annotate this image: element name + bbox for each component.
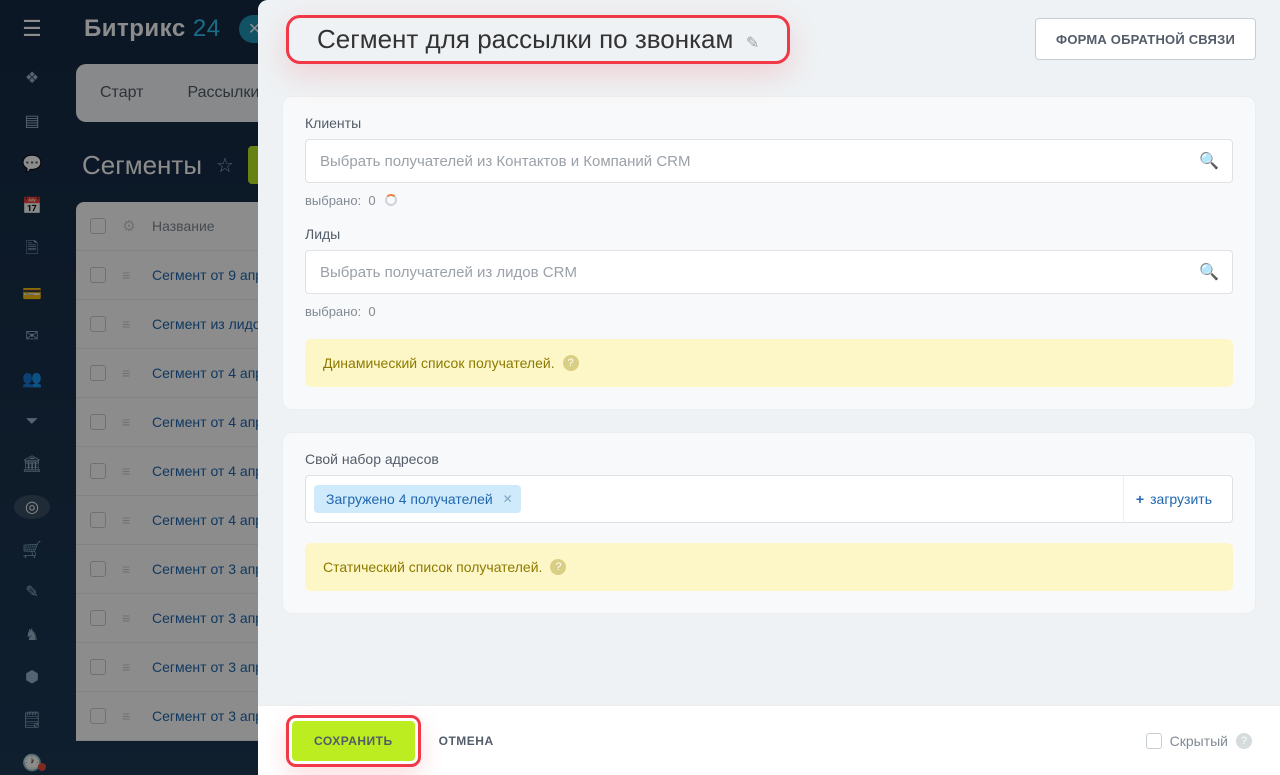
loaded-chip-text: Загружено 4 получателей: [326, 491, 493, 507]
clients-selected-label: выбрано:: [305, 193, 361, 208]
help-icon[interactable]: ?: [1236, 733, 1252, 749]
clients-selected: выбрано: 0: [305, 193, 1233, 208]
recipients-card: Клиенты 🔍 выбрано: 0 Лиды 🔍 выбрано: 0: [282, 96, 1256, 410]
clients-selected-count: 0: [368, 193, 375, 208]
save-button[interactable]: СОХРАНИТЬ: [292, 721, 415, 761]
dynamic-info-text: Динамический список получателей.: [323, 355, 555, 371]
feedback-button[interactable]: ФОРМА ОБРАТНОЙ СВЯЗИ: [1035, 18, 1256, 60]
segment-editor-panel: Сегмент для рассылки по звонкам ✎ ФОРМА …: [258, 0, 1280, 775]
clients-input[interactable]: [305, 139, 1233, 183]
own-addresses-row: Загружено 4 получателей ✕ + загрузить: [305, 475, 1233, 523]
help-icon[interactable]: ?: [563, 355, 579, 371]
leads-selected: выбрано: 0: [305, 304, 1233, 319]
dynamic-info-strip: Динамический список получателей. ?: [305, 339, 1233, 387]
cancel-button[interactable]: ОТМЕНА: [439, 734, 494, 748]
edit-title-icon[interactable]: ✎: [746, 35, 759, 52]
search-icon: 🔍: [1199, 151, 1219, 171]
title-highlight-box: Сегмент для рассылки по звонкам ✎: [286, 15, 790, 64]
upload-label: загрузить: [1150, 491, 1212, 507]
remove-chip-icon[interactable]: ✕: [503, 492, 513, 506]
hidden-checkbox[interactable]: [1146, 733, 1162, 749]
own-addresses-card: Свой набор адресов Загружено 4 получател…: [282, 432, 1256, 614]
hidden-label: Скрытый: [1170, 733, 1228, 749]
leads-search: 🔍: [305, 250, 1233, 294]
static-info-text: Статический список получателей.: [323, 559, 542, 575]
panel-footer: СОХРАНИТЬ ОТМЕНА Скрытый ?: [258, 705, 1280, 775]
save-highlight-box: СОХРАНИТЬ: [286, 715, 421, 767]
plus-icon: +: [1136, 491, 1144, 507]
footer-right: Скрытый ?: [1146, 733, 1252, 749]
clients-label: Клиенты: [305, 115, 1233, 131]
segment-title[interactable]: Сегмент для рассылки по звонкам: [317, 24, 733, 54]
help-icon[interactable]: ?: [550, 559, 566, 575]
panel-body: Клиенты 🔍 выбрано: 0 Лиды 🔍 выбрано: 0: [258, 78, 1280, 705]
leads-label: Лиды: [305, 226, 1233, 242]
own-label: Свой набор адресов: [305, 451, 1233, 467]
leads-selected-label: выбрано:: [305, 304, 361, 319]
leads-selected-count: 0: [368, 304, 375, 319]
clients-search: 🔍: [305, 139, 1233, 183]
panel-header: Сегмент для рассылки по звонкам ✎ ФОРМА …: [258, 0, 1280, 78]
upload-button[interactable]: + загрузить: [1123, 476, 1224, 522]
loaded-chip[interactable]: Загружено 4 получателей ✕: [314, 485, 521, 513]
leads-input[interactable]: [305, 250, 1233, 294]
search-icon: 🔍: [1199, 262, 1219, 282]
static-info-strip: Статический список получателей. ?: [305, 543, 1233, 591]
loading-spinner-icon: [385, 194, 397, 206]
